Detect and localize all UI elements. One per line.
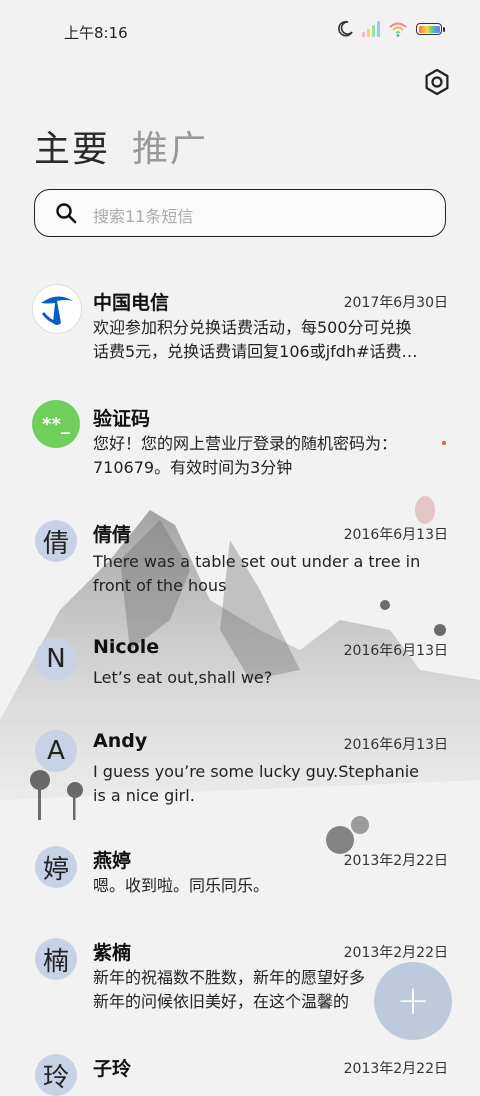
message-date: 2013年2月22日 — [343, 853, 448, 869]
contact-avatar: 玲 — [35, 1054, 77, 1096]
conversation-row[interactable]: 倩 倩倩 2016年6月13日 There was a table set ou… — [0, 516, 480, 616]
unread-dot — [442, 441, 446, 445]
status-icons — [336, 20, 445, 38]
tab-bar: 主要 推广 — [34, 120, 208, 172]
conversation-row[interactable]: 中国电信 2017年6月30日 欢迎参加积分兑换话费活动，每500分可兑换 话费… — [0, 280, 480, 380]
contact-name: 验证码 — [93, 408, 151, 430]
signal-icon — [362, 21, 380, 37]
contact-avatar: N — [35, 638, 77, 680]
search-placeholder: 搜索11条短信 — [93, 207, 194, 226]
contact-avatar: A — [35, 730, 77, 772]
contact-name: 中国电信 — [93, 292, 170, 314]
contact-name: 倩倩 — [93, 524, 132, 546]
message-date: 2016年6月13日 — [343, 737, 448, 753]
message-preview: I guess you’re some lucky guy.Stephanie … — [93, 762, 419, 805]
telecom-logo-avatar — [32, 284, 82, 334]
tab-main[interactable]: 主要 — [34, 120, 110, 172]
contact-avatar: 楠 — [35, 938, 77, 980]
settings-icon[interactable] — [423, 68, 451, 96]
contact-name: 子玲 — [93, 1058, 132, 1080]
wifi-icon — [389, 22, 407, 37]
battery-icon — [416, 23, 445, 35]
conversation-row[interactable]: **_ 验证码 您好！您的网上营业厅登录的随机密码为： 710679。有效时间为… — [0, 396, 480, 496]
conversation-row[interactable]: N Nicole 2016年6月13日 Let’s eat out,shall … — [0, 636, 480, 716]
moon-icon — [338, 20, 353, 37]
contact-name: Nicole — [93, 636, 160, 658]
message-preview: 您好！您的网上营业厅登录的随机密码为： 710679。有效时间为3分钟 — [93, 434, 398, 477]
search-icon — [56, 203, 77, 224]
contact-avatar: 倩 — [35, 520, 77, 562]
message-date: 2016年6月13日 — [343, 643, 448, 659]
code-avatar: **_ — [32, 400, 80, 448]
message-preview: Let’s eat out,shall we? — [93, 668, 273, 687]
status-bar: 上午8:16 — [0, 0, 480, 62]
contact-name: 燕婷 — [93, 850, 132, 872]
status-time: 上午8:16 — [64, 24, 128, 42]
message-preview: There was a table set out under a tree i… — [93, 552, 421, 595]
tab-promotion[interactable]: 推广 — [132, 120, 208, 172]
contact-name: 紫楠 — [93, 942, 132, 964]
new-message-button[interactable]: + — [374, 962, 452, 1040]
message-date: 2017年6月30日 — [343, 295, 448, 311]
contact-avatar: 婷 — [35, 846, 77, 888]
message-date: 2016年6月13日 — [343, 527, 448, 543]
telecom-logo-icon — [36, 288, 78, 330]
message-preview: 嗯。收到啦。同乐同乐。 — [93, 876, 270, 895]
message-date: 2013年2月22日 — [343, 1061, 448, 1077]
conversation-row[interactable]: A Andy 2016年6月13日 I guess you’re some lu… — [0, 730, 480, 830]
conversation-row[interactable]: 婷 燕婷 2013年2月22日 嗯。收到啦。同乐同乐。 — [0, 846, 480, 926]
conversation-row[interactable]: 玲 子玲 2013年2月22日 — [0, 1054, 480, 1096]
plus-icon: + — [396, 978, 430, 1024]
contact-name: Andy — [93, 730, 148, 752]
message-date: 2013年2月22日 — [343, 945, 448, 961]
search-input[interactable]: 搜索11条短信 — [34, 189, 446, 237]
message-preview: 欢迎参加积分兑换话费活动，每500分可兑换 话费5元，兑换话费请回复106或jf… — [93, 318, 418, 361]
